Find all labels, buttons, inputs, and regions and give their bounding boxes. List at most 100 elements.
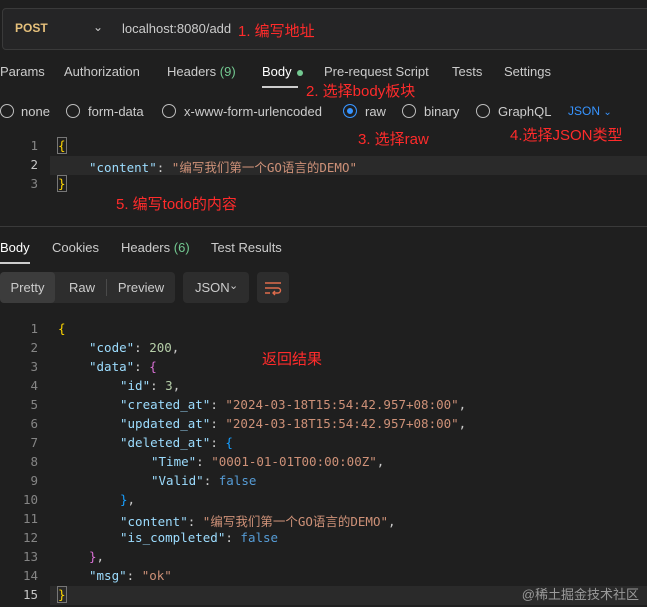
line-number: 4: [30, 378, 38, 393]
json-open-brace: {: [149, 359, 157, 374]
body-type-radios: none form-data x-www-form-urlencoded raw…: [0, 104, 647, 122]
line-number: 7: [30, 435, 38, 450]
divider: [106, 279, 107, 296]
tab-settings[interactable]: Settings: [504, 64, 551, 79]
open-brace: {: [57, 137, 67, 154]
json-key: "updated_at": [120, 416, 211, 431]
json-line-close: },: [89, 549, 104, 564]
raw-format-label: JSON: [568, 104, 601, 118]
method-label: POST: [15, 21, 48, 35]
radio-urlencoded-label: x-www-form-urlencoded: [184, 104, 322, 119]
json-key: "id": [120, 378, 151, 393]
json-value: "2024-03-18T15:54:42.957+08:00": [225, 397, 459, 412]
active-tab-underline: [262, 86, 298, 88]
json-comma: ,: [171, 340, 180, 355]
json-value: "0001-01-01T00:00:00Z": [211, 454, 377, 469]
json-value: "编写我们第一个GO语言的DEMO": [171, 160, 358, 175]
resp-tab-body[interactable]: Body: [0, 240, 30, 255]
chevron-down-icon: ⌄: [229, 280, 239, 292]
tab-headers[interactable]: Headers (9): [167, 64, 236, 79]
json-line-created-at: "created_at": "2024-03-18T15:54:42.957+0…: [120, 397, 466, 412]
tab-body[interactable]: Body: [262, 64, 303, 79]
json-key: "Valid": [151, 473, 204, 488]
line-number: 5: [30, 397, 38, 412]
pane-divider[interactable]: [0, 226, 647, 227]
radio-none[interactable]: [0, 104, 14, 118]
json-colon: :: [210, 435, 226, 450]
response-body-viewer: 1 2 3 4 5 6 7 8 9 10 11 12 13 14 15 { "c…: [0, 320, 647, 605]
json-value: 200: [149, 340, 172, 355]
json-colon: :: [210, 397, 226, 412]
body-active-dot: [296, 69, 303, 76]
request-json-line: "content": "编写我们第一个GO语言的DEMO": [89, 157, 357, 176]
tab-tests[interactable]: Tests: [452, 64, 482, 79]
tab-pre-request-script[interactable]: Pre-request Script: [324, 64, 429, 79]
radio-binary-label: binary: [424, 104, 460, 119]
radio-form-data[interactable]: [66, 104, 80, 118]
json-value: "编写我们第一个GO语言的DEMO": [202, 514, 389, 529]
json-key: "is_completed": [120, 530, 226, 545]
tab-params[interactable]: Params: [0, 64, 45, 79]
json-comma: ,: [127, 492, 136, 507]
active-tab-underline: [0, 262, 30, 264]
resp-tab-headers[interactable]: Headers (6): [121, 240, 190, 255]
json-line-data: "data": {: [89, 359, 157, 374]
json-colon: :: [196, 454, 212, 469]
close-brace: }: [57, 586, 67, 603]
json-colon: :: [126, 568, 142, 583]
json-line-deleted-at: "deleted_at": {: [120, 435, 233, 450]
radio-raw[interactable]: [343, 104, 357, 118]
json-line-code: "code": 200,: [89, 340, 179, 355]
open-brace: {: [58, 321, 66, 336]
json-comma: ,: [458, 397, 467, 412]
url-bar: POST ⌄ localhost:8080/add 1. 编写地址: [0, 8, 647, 50]
json-open-brace: {: [225, 435, 233, 450]
json-line-is-completed: "is_completed": false: [120, 530, 278, 545]
view-preview-button[interactable]: Preview: [108, 272, 174, 303]
headers-count-badge: (9): [219, 64, 236, 79]
view-mode-group: Pretty Raw Preview: [0, 272, 175, 303]
json-line-content: "content": "编写我们第一个GO语言的DEMO",: [120, 511, 396, 530]
radio-graphql-label: GraphQL: [498, 104, 552, 119]
resp-tab-cookies[interactable]: Cookies: [52, 240, 99, 255]
view-pretty-button[interactable]: Pretty: [0, 272, 55, 303]
json-comma: ,: [172, 378, 181, 393]
json-comma: ,: [458, 416, 467, 431]
resp-tab-test-results[interactable]: Test Results: [211, 240, 282, 255]
line-number: 15: [22, 587, 38, 602]
json-line-msg: "msg": "ok": [89, 568, 172, 583]
json-colon: :: [134, 359, 150, 374]
view-raw-button[interactable]: Raw: [58, 272, 106, 303]
annotation-result: 返回结果: [262, 351, 323, 368]
chevron-down-icon: ⌄: [603, 107, 612, 118]
json-value: "2024-03-18T15:54:42.957+08:00": [225, 416, 459, 431]
line-number: 3: [30, 176, 38, 191]
json-value: false: [218, 473, 257, 488]
line-number: 2: [30, 157, 38, 172]
json-line-time: "Time": "0001-01-01T00:00:00Z",: [151, 454, 384, 469]
json-comma: ,: [376, 454, 385, 469]
json-close-brace: }: [89, 549, 97, 564]
radio-form-data-label: form-data: [88, 104, 144, 119]
json-key: "content": [89, 160, 157, 175]
radio-binary[interactable]: [402, 104, 416, 118]
line-number: 12: [22, 530, 38, 545]
method-select[interactable]: POST ⌄: [2, 8, 112, 50]
radio-graphql[interactable]: [476, 104, 490, 118]
json-value: 3: [165, 378, 173, 393]
annotation-body: 2. 选择body板块: [306, 83, 416, 100]
line-number: 10: [22, 492, 38, 507]
request-body-editor[interactable]: 1 2 3 { "content": "编写我们第一个GO语言的DEMO" }: [0, 137, 647, 197]
raw-format-select[interactable]: JSON ⌄: [568, 104, 612, 118]
tab-authorization[interactable]: Authorization: [64, 64, 140, 79]
json-key: "msg": [89, 568, 127, 583]
line-number: 1: [30, 321, 38, 336]
line-number: 8: [30, 454, 38, 469]
radio-none-label: none: [21, 104, 50, 119]
line-number: 14: [22, 568, 38, 583]
json-key: "deleted_at": [120, 435, 211, 450]
json-colon: :: [150, 378, 166, 393]
radio-urlencoded[interactable]: [162, 104, 176, 118]
chevron-down-icon: ⌄: [93, 20, 104, 34]
json-line-close: },: [120, 492, 135, 507]
